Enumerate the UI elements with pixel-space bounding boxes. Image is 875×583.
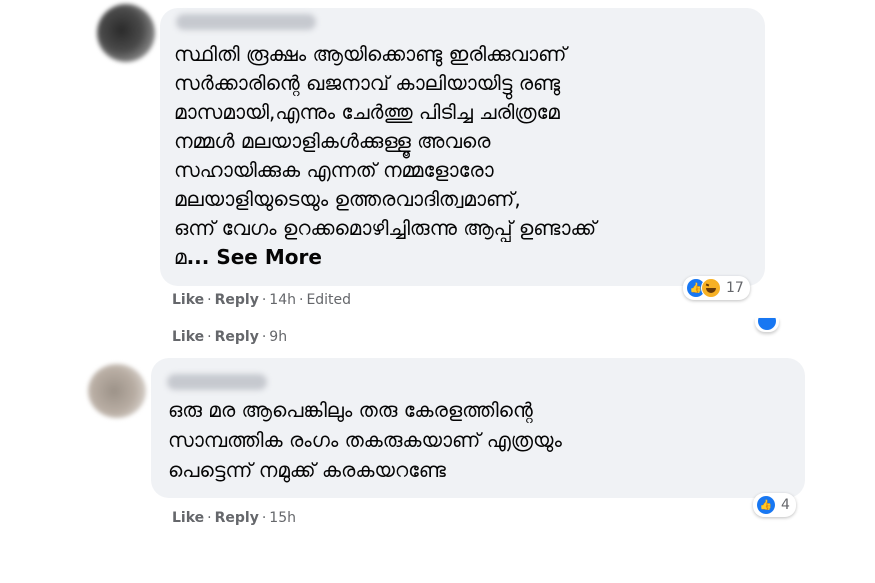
partial-reaction-badge [755,318,779,332]
like-button[interactable]: Like [172,329,204,345]
comment-text: സ്ഥിതി രൂക്ഷം ആയിക്കൊണ്ടു ഇരിക്കുവാണ് സർ… [174,40,759,272]
reaction-count: 4 [781,497,790,513]
reaction-summary[interactable]: 👍 17 [683,276,750,300]
reaction-summary[interactable]: 👍 4 [753,493,796,517]
timestamp[interactable]: 9h [269,329,287,345]
reaction-count: 17 [726,280,744,296]
haha-reaction-icon [701,278,721,298]
timestamp[interactable]: 14h [269,292,296,308]
commenter-avatar[interactable] [97,4,155,62]
comment-body: സ്ഥിതി രൂക്ഷം ആയിക്കൊണ്ടു ഇരിക്കുവാണ് സർ… [174,42,597,269]
commenter-name-blurred[interactable] [176,14,316,30]
like-button[interactable]: Like [172,510,204,526]
comment-text: ഒരു മര ആപെങ്കിലും തരു കേരളത്തിന്റെ സാമ്പ… [168,398,562,482]
reply-button[interactable]: Reply [215,292,259,308]
like-button[interactable]: Like [172,292,204,308]
like-reaction-icon: 👍 [756,495,776,515]
collapsed-reply-actions: Like · Reply · 9h [172,329,288,345]
see-more-link[interactable]: ... See More [187,245,322,269]
edited-label: Edited [306,292,352,308]
reply-button[interactable]: Reply [215,510,259,526]
comment-actions: Like · Reply · 14h · Edited [172,292,352,308]
comment-actions: Like · Reply · 15h [172,510,296,526]
reply-button[interactable]: Reply [215,329,259,345]
commenter-avatar[interactable] [88,364,146,418]
timestamp[interactable]: 15h [269,510,296,526]
commenter-name-blurred[interactable] [167,374,267,390]
